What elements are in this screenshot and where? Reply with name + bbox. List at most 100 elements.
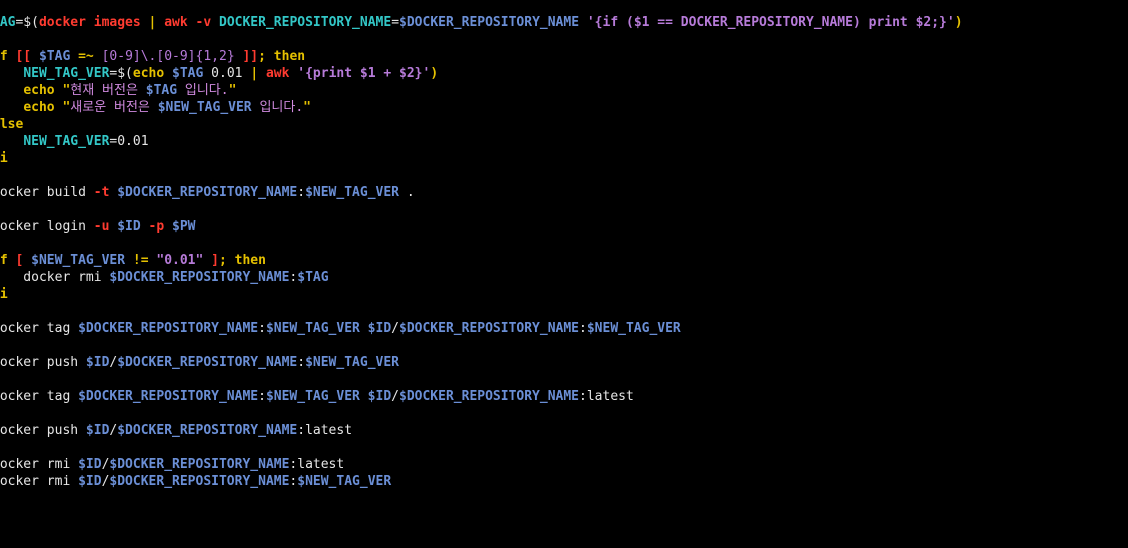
code-token: $DOCKER_REPOSITORY_NAME [109,457,290,472]
code-token: docker build [0,185,94,200]
code-token: docker push [0,355,86,370]
code-token: / [391,389,399,404]
code-token: echo [23,83,55,98]
code-token: -v [187,15,219,30]
code-token: $TAG [297,270,329,285]
code-token: '{print $1 + $2}' [289,66,431,81]
code-token: docker login [0,219,94,234]
code-token: " [303,100,311,115]
code-token: : [297,185,306,200]
code-line[interactable]: else [0,116,1128,133]
code-token: $DOCKER_REPOSITORY_NAME [399,389,580,404]
code-token: ) [954,15,963,30]
code-token: $NEW_TAG_VER [586,321,681,336]
code-token: $DOCKER_REPOSITORY_NAME [78,389,259,404]
code-token: '{if ($1 == DOCKER_REPOSITORY_NAME) prin… [579,15,955,30]
code-line[interactable]: docker build -t $DOCKER_REPOSITORY_NAME:… [0,184,1128,201]
code-line[interactable]: docker push $ID/$DOCKER_REPOSITORY_NAME:… [0,354,1128,371]
code-token: $NEW_TAG_VER [297,474,392,489]
code-token: 0.01 [203,66,251,81]
code-token: docker rmi [0,270,110,285]
code-token: NEW_TAG_VER [23,134,110,149]
code-line[interactable]: NEW_TAG_VER=$(echo $TAG 0.01 | awk '{pri… [0,65,1128,82]
code-token: -u [93,219,110,234]
code-line[interactable]: docker rmi $ID/$DOCKER_REPOSITORY_NAME:l… [0,456,1128,473]
code-token: echo [23,100,55,115]
code-token: docker push [0,423,86,438]
code-line[interactable]: docker tag $DOCKER_REPOSITORY_NAME:$NEW_… [0,388,1128,405]
code-token: 입니다. [251,100,304,115]
code-line[interactable]: echo "현재 버전은 $TAG 입니다." [0,82,1128,99]
code-token: 새로운 버전은 [70,100,158,115]
code-line[interactable]: docker push $ID/$DOCKER_REPOSITORY_NAME:… [0,422,1128,439]
code-token: $TAG [164,66,204,81]
code-token: NEW_TAG_VER [23,66,110,81]
code-token: 입니다. [177,83,229,98]
code-token: $NEW_TAG_VER [31,253,126,268]
code-line[interactable] [0,303,1128,320]
code-token: | [250,66,266,81]
code-line[interactable] [0,439,1128,456]
code-line[interactable]: if [[ $TAG =~ [0-9]\.[0-9]{1,2} ]]; then [0,48,1128,65]
code-token: ] [203,253,219,268]
code-token: [ [7,253,32,268]
code-token: echo [132,66,165,81]
code-token: docker images [38,15,141,30]
code-line[interactable]: fi [0,286,1128,303]
code-line[interactable]: fi [0,150,1128,167]
code-token: =$( [109,66,133,81]
empty-buffer-tilde[interactable]: ~ [0,524,1128,541]
code-token: DOCKER_REPOSITORY_NAME [219,15,392,30]
code-line[interactable] [0,31,1128,48]
code-token: $DOCKER_REPOSITORY_NAME [399,15,580,30]
code-token: " [54,100,71,115]
code-token: $NEW_TAG_VER [305,355,399,370]
code-token: $PW [164,219,196,234]
code-token: docker tag [0,389,79,404]
code-token: " [228,83,237,98]
code-token: =$( [15,15,39,30]
code-token: =0.01 [109,134,149,149]
code-line[interactable]: docker tag $DOCKER_REPOSITORY_NAME:$NEW_… [0,320,1128,337]
code-token: / [391,321,399,336]
code-token: : [297,355,306,370]
code-token: docker rmi [0,457,79,472]
code-line[interactable]: NEW_TAG_VER=0.01 [0,133,1128,150]
code-line[interactable]: if [ $NEW_TAG_VER != "0.01" ]; then [0,252,1128,269]
code-line[interactable] [0,405,1128,422]
code-token: docker rmi [0,474,79,489]
code-token: $ID [78,457,102,472]
code-token: :latest [289,457,345,472]
code-line[interactable]: docker rmi $DOCKER_REPOSITORY_NAME:$TAG [0,269,1128,286]
code-token: $DOCKER_REPOSITORY_NAME [109,185,298,200]
code-token: $DOCKER_REPOSITORY_NAME [109,474,290,489]
code-line[interactable] [0,235,1128,252]
code-token: $NEW_TAG_VER [157,100,252,115]
empty-buffer-tilde[interactable]: ~ [0,490,1128,507]
code-token: awk [265,66,290,81]
code-token: [0-9]\.[0-9]{1,2} [101,49,235,64]
code-token: $ID [109,219,141,234]
empty-buffer-tilde[interactable]: ~ [0,507,1128,524]
code-line[interactable] [0,201,1128,218]
code-token: ; then [219,253,266,268]
code-line[interactable]: docker login -u $ID -p $PW [0,218,1128,235]
code-line[interactable] [0,167,1128,184]
code-line[interactable]: TAG=$(docker images | awk -v DOCKER_REPO… [0,14,1128,31]
code-token: $DOCKER_REPOSITORY_NAME [109,270,290,285]
code-token: : [579,321,587,336]
terminal-editor[interactable]: TAG=$(docker images | awk -v DOCKER_REPO… [0,14,1128,541]
code-token: | [140,15,165,30]
code-token: "0.01" [156,253,204,268]
code-line[interactable] [0,371,1128,388]
code-line[interactable]: echo "새로운 버전은 $NEW_TAG_VER 입니다." [0,99,1128,116]
code-line[interactable]: docker rmi $ID/$DOCKER_REPOSITORY_NAME:$… [0,473,1128,490]
code-token: . [399,185,415,200]
code-token: $NEW_TAG_VER [265,389,360,404]
code-token: ; [258,49,274,64]
code-line[interactable] [0,337,1128,354]
code-token: $NEW_TAG_VER [265,321,360,336]
